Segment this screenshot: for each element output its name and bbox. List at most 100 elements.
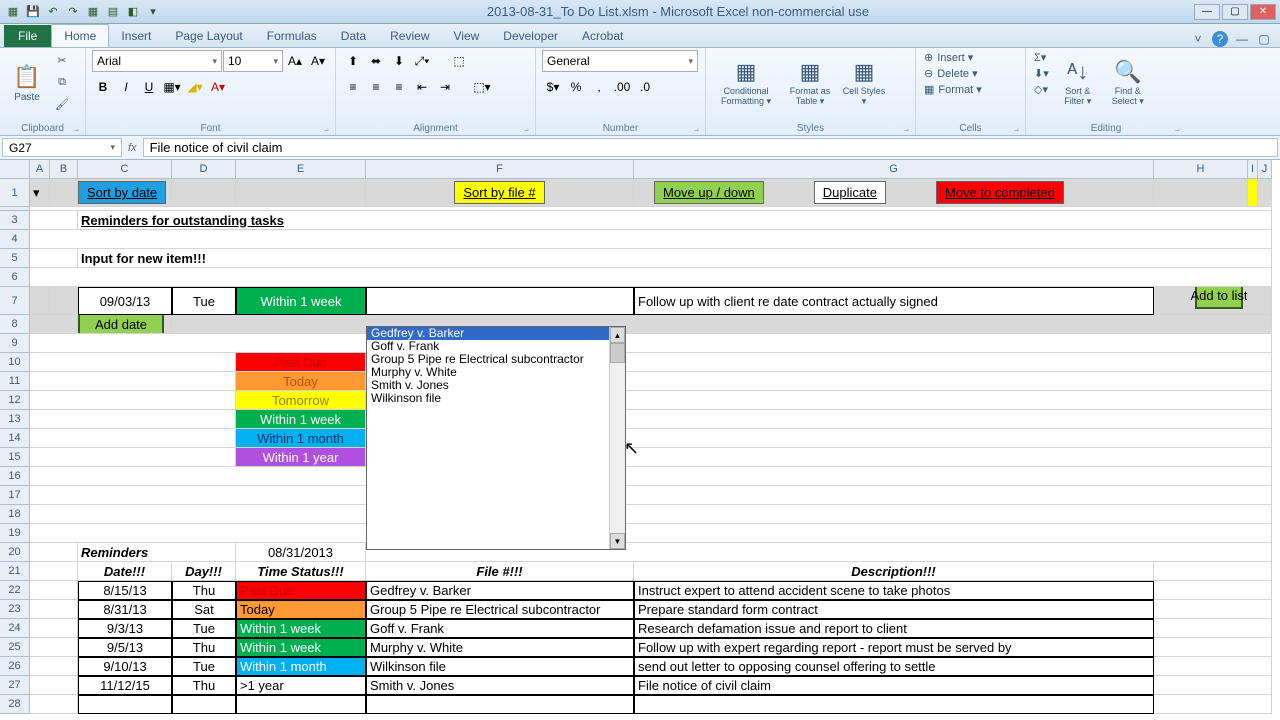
tab-view[interactable]: View [442,25,492,47]
sort-filter-button[interactable]: ᴬ↓Sort & Filter ▾ [1055,50,1101,116]
file-tab[interactable]: File [4,25,51,47]
table-row[interactable]: 9/5/13ThuWithin 1 weekMurphy v. WhiteFol… [30,638,1272,657]
cells-area[interactable]: ▾ Sort by date Sort by file # Move up / … [30,179,1272,714]
row-header[interactable]: 14 [0,429,30,448]
font-size-combo[interactable]: 10 [223,50,283,72]
col-header[interactable]: B [50,160,78,179]
sort-by-date-button[interactable]: Sort by date [78,181,166,204]
row-header[interactable]: 21 [0,562,30,581]
col-header[interactable]: I [1248,160,1258,179]
help-icon[interactable]: ? [1212,31,1228,47]
align-right-icon[interactable]: ≡ [388,76,410,98]
window-min-icon[interactable]: — [1234,31,1250,47]
row-header[interactable]: 22 [0,581,30,600]
cut-icon[interactable]: ✂ [52,50,72,70]
tab-data[interactable]: Data [329,25,378,47]
file-dropdown-list[interactable]: Gedfrey v. Barker Goff v. Frank Group 5 … [366,326,626,550]
percent-icon[interactable]: % [565,76,587,98]
qat-icon[interactable]: ▦ [84,3,102,21]
row-header[interactable]: 4 [0,230,30,249]
autosum-button[interactable]: Σ▾ [1032,50,1051,65]
input-file[interactable] [366,287,634,315]
col-header[interactable]: E [236,160,366,179]
input-desc[interactable]: Follow up with client re date contract a… [634,287,1154,315]
row-header[interactable]: 12 [0,391,30,410]
bold-button[interactable]: B [92,76,114,98]
tab-page-layout[interactable]: Page Layout [163,25,254,47]
scroll-thumb[interactable] [610,343,625,363]
col-header[interactable]: F [366,160,634,179]
scroll-up-icon[interactable]: ▲ [610,327,625,343]
fx-icon[interactable]: fx [128,142,137,154]
align-left-icon[interactable]: ≡ [342,76,364,98]
row-header[interactable]: 20 [0,543,30,562]
insert-cells-button[interactable]: ⊕Insert ▾ [922,50,975,65]
row-header[interactable]: 11 [0,372,30,391]
redo-icon[interactable]: ↷ [64,3,82,21]
copy-icon[interactable]: ⧉ [52,72,72,92]
dropdown-scrollbar[interactable]: ▲ ▼ [609,327,625,549]
col-header[interactable]: A [30,160,50,179]
spreadsheet-grid[interactable]: A B C D E F G H I J 1 3 4 5 6 7 8 9 10 1… [0,160,1280,720]
row-header[interactable]: 6 [0,268,30,287]
clear-button[interactable]: ◇▾ [1032,82,1051,97]
undo-icon[interactable]: ↶ [44,3,62,21]
close-button[interactable]: ✕ [1250,4,1276,20]
input-date[interactable]: 09/03/13 [78,287,172,315]
col-header[interactable]: H [1154,160,1248,179]
fill-button[interactable]: ⬇▾ [1032,66,1051,81]
scroll-down-icon[interactable]: ▼ [610,533,625,549]
border-button[interactable]: ▦▾ [161,76,183,98]
formula-input[interactable]: File notice of civil claim [143,138,1278,157]
minimize-ribbon-icon[interactable]: ˅ [1190,31,1206,47]
row-header[interactable]: 1 [0,179,30,207]
wrap-text-button[interactable]: ⬚ [434,50,484,72]
name-box[interactable]: G27 [2,138,122,157]
align-top-icon[interactable]: ⬆ [342,50,364,72]
row-header[interactable]: 17 [0,486,30,505]
align-bottom-icon[interactable]: ⬇ [388,50,410,72]
tab-formulas[interactable]: Formulas [255,25,329,47]
col-header[interactable]: J [1258,160,1272,179]
dropdown-item[interactable]: Wilkinson file [367,392,609,405]
underline-button[interactable]: U [138,76,160,98]
comma-icon[interactable]: , [588,76,610,98]
format-painter-icon[interactable]: 🖌 [52,94,72,114]
row-header[interactable]: 5 [0,249,30,268]
increase-decimal-icon[interactable]: .00 [611,76,633,98]
find-select-button[interactable]: 🔍Find & Select ▾ [1105,50,1151,116]
currency-icon[interactable]: $▾ [542,76,564,98]
sort-by-file-button[interactable]: Sort by file # [454,181,544,204]
conditional-formatting-button[interactable]: ▦Conditional Formatting ▾ [712,50,780,116]
duplicate-button[interactable]: Duplicate [814,181,886,204]
row-header[interactable]: 26 [0,657,30,676]
qat-dropdown-icon[interactable]: ▾ [144,3,162,21]
save-icon[interactable]: 💾 [24,3,42,21]
add-to-list-button[interactable]: Add to list [1195,287,1243,309]
table-row[interactable]: 11/12/15Thu>1 yearSmith v. JonesFile not… [30,676,1272,695]
paste-button[interactable]: 📋Paste [6,50,48,116]
row-header[interactable]: 9 [0,334,30,353]
move-to-completed-button[interactable]: Move to completed [936,181,1064,204]
row-header[interactable]: 15 [0,448,30,467]
table-row[interactable]: 9/3/13TueWithin 1 weekGoff v. FrankResea… [30,619,1272,638]
row-header[interactable]: 25 [0,638,30,657]
font-name-combo[interactable]: Arial [92,50,222,72]
move-up-down-button[interactable]: Move up / down [654,181,764,204]
window-restore-icon[interactable]: ▢ [1256,31,1272,47]
row-header[interactable]: 16 [0,467,30,486]
increase-indent-icon[interactable]: ⇥ [434,76,456,98]
align-center-icon[interactable]: ≡ [365,76,387,98]
col-header[interactable]: G [634,160,1154,179]
minimize-button[interactable]: — [1194,4,1220,20]
row-header[interactable]: 27 [0,676,30,695]
italic-button[interactable]: I [115,76,137,98]
row-header[interactable]: 13 [0,410,30,429]
decrease-decimal-icon[interactable]: .0 [634,76,656,98]
table-row[interactable]: 8/15/13ThuPast DueGedfrey v. BarkerInstr… [30,581,1272,600]
dropdown-item[interactable]: Smith v. Jones [367,379,609,392]
decrease-font-icon[interactable]: A▾ [307,50,329,72]
col-header[interactable]: D [172,160,236,179]
table-row[interactable]: 8/31/13SatTodayGroup 5 Pipe re Electrica… [30,600,1272,619]
decrease-indent-icon[interactable]: ⇤ [411,76,433,98]
